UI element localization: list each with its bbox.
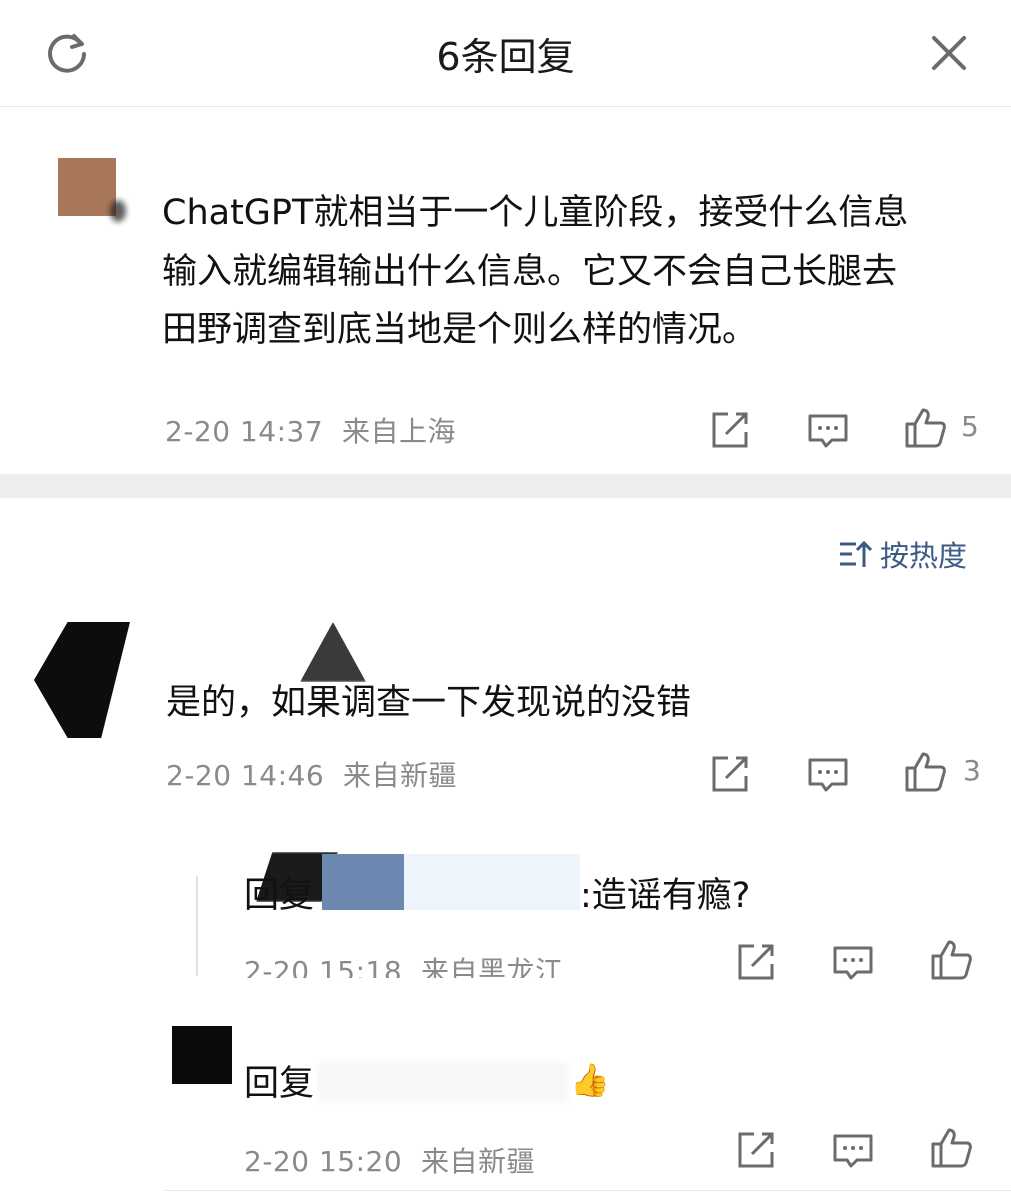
avatar[interactable] (34, 622, 130, 738)
section-divider (0, 474, 1011, 498)
like-icon[interactable] (903, 406, 947, 450)
header-bar: 6条回复 (0, 0, 1011, 107)
thread-line (196, 876, 198, 976)
comment-text-line-2: 输入就编辑输出什么信息。它又不会自己长腿去 (162, 252, 898, 292)
like-count: 3 (963, 754, 981, 787)
like-icon[interactable] (903, 750, 947, 794)
avatar[interactable] (58, 158, 116, 216)
divider (164, 1190, 1011, 1191)
comment-icon[interactable] (806, 752, 850, 796)
like-count: 5 (961, 410, 979, 443)
avatar[interactable] (172, 1026, 232, 1084)
sort-label: 按热度 (880, 539, 968, 573)
page-title: 6条回复 (436, 35, 575, 79)
like-icon[interactable] (929, 938, 973, 982)
reply-meta: 2-20 15:20 来自新疆 (244, 1145, 535, 1178)
comment-icon[interactable] (806, 408, 850, 452)
sort-icon (840, 540, 872, 567)
share-icon[interactable] (708, 408, 752, 452)
reply-meta: 2-20 15:18 来自黑龙江 (244, 955, 564, 978)
redacted-avatar-edge (110, 200, 126, 222)
comment-text-line-1: ChatGPT就相当于一个儿童阶段，接受什么信息 (162, 193, 909, 233)
comment-text-line-3: 田野调查到底当地是个则么样的情况。 (162, 310, 758, 350)
reply-prefix: 回复 (244, 876, 315, 916)
comment-meta: 2-20 14:37 来自上海 (165, 415, 456, 448)
redacted-mention (322, 854, 406, 910)
like-icon[interactable] (929, 1126, 973, 1170)
comment-icon[interactable] (831, 940, 875, 984)
share-icon[interactable] (734, 1128, 778, 1172)
sort-button[interactable]: 按热度 (838, 534, 967, 574)
share-icon[interactable] (734, 940, 778, 984)
reply-meta: 2-20 14:46 来自新疆 (166, 759, 457, 792)
redacted-username (300, 622, 366, 682)
redacted-mention-fade (404, 854, 580, 910)
reply-prefix: 回复 (244, 1064, 315, 1104)
thumbs-up-emoji: 👍 (570, 1061, 610, 1099)
redacted-mention (318, 1062, 568, 1102)
reply-text: 是的，如果调查一下发现说的没错 (166, 683, 692, 723)
share-icon[interactable] (708, 752, 752, 796)
reply-text: :造谣有瘾? (580, 876, 751, 916)
close-icon[interactable] (926, 30, 972, 76)
comment-icon[interactable] (831, 1128, 875, 1172)
